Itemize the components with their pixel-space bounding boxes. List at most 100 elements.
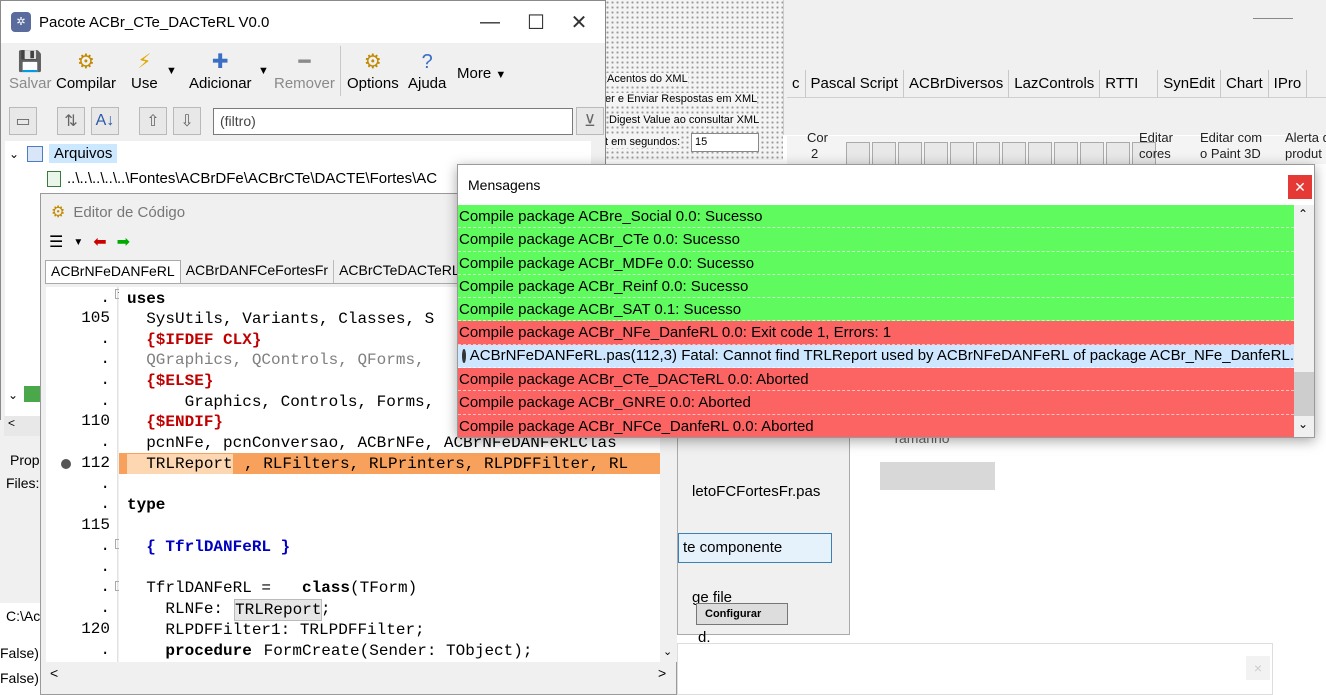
options-button[interactable]: ⚙ Options — [347, 49, 399, 92]
dropdown-arrow-icon[interactable]: ▼ — [73, 237, 83, 248]
arrow-up-icon[interactable]: ⇧ — [139, 107, 167, 135]
collapse-icon[interactable]: ⌄ — [8, 388, 18, 402]
option-acentos[interactable]: Acentos do XML — [607, 73, 688, 85]
message-item[interactable]: Compile package ACBr_NFe_DanfeRL 0.0: Ex… — [458, 321, 1294, 345]
code-token: procedure — [127, 642, 252, 660]
layout-icon[interactable]: ▭ — [9, 107, 37, 135]
code-token: RLNFe: — [127, 600, 233, 618]
configurar-button[interactable]: Configurar — [696, 603, 788, 625]
palette-tab-lazcontrols[interactable]: LazControls — [1009, 69, 1101, 98]
sort-az-icon[interactable]: A↓ — [91, 107, 119, 135]
line-number: . — [100, 537, 110, 555]
palette-icon[interactable] — [872, 142, 896, 166]
tab-acbrctedacterl[interactable]: ACBrCTeDACTeRL — [334, 260, 466, 283]
tree-item-arquivos[interactable]: Arquivos — [49, 144, 118, 163]
close-button[interactable]: ✕ — [556, 1, 602, 43]
message-item[interactable]: Compile package ACBr_CTe_DACTeRL 0.0: Ab… — [458, 368, 1294, 392]
messages-title: Mensagens — [458, 165, 1314, 203]
option-digest-value[interactable]: Digest Value ao consultar XML — [609, 114, 760, 126]
use-button[interactable]: ⚡ Use — [131, 49, 158, 92]
code-line: type — [127, 496, 166, 514]
palette-tab-pascal-script[interactable]: Pascal Script — [806, 69, 905, 98]
scroll-left-icon[interactable]: < — [50, 665, 58, 681]
compilar-button[interactable]: ⚙ Compilar — [56, 49, 116, 92]
form-designer-grid: Acentos do XML er e Enviar Respostas em … — [605, 0, 783, 160]
maximize-button[interactable]: ☐ — [513, 1, 559, 43]
palette-icon[interactable] — [1106, 142, 1130, 166]
palette-tab-chart[interactable]: Chart — [1221, 69, 1269, 98]
palette-icon[interactable] — [1028, 142, 1052, 166]
close-icon[interactable]: ✕ — [1288, 175, 1312, 199]
bookmark-icon[interactable]: ☰ — [49, 232, 63, 252]
tree-item-file[interactable]: ..\..\..\..\..\Fontes\ACBrDFe\ACBrCTe\DA… — [67, 170, 437, 187]
message-item-fatal[interactable]: ACBrNFeDANFeRL.pas(112,3) Fatal: Cannot … — [458, 344, 1294, 369]
message-item[interactable]: Compile package ACBr_CTe 0.0: Sucesso — [458, 228, 1294, 252]
option-respostas-xml[interactable]: er e Enviar Respostas em XML — [605, 93, 758, 105]
line-number-gutter: . 105 . . . . 110 . 112 . . 115 . . . . … — [46, 287, 125, 662]
grid-label-cor: Cor — [807, 130, 828, 145]
palette-icon[interactable] — [1054, 142, 1078, 166]
palette-tab-acbrdiversos[interactable]: ACBrDiversos — [904, 69, 1010, 98]
message-item[interactable]: Compile package ACBr_Reinf 0.0: Sucesso — [458, 274, 1294, 299]
palette-icon[interactable] — [976, 142, 1000, 166]
editor-horizontal-scrollbar[interactable]: < > — [46, 664, 676, 684]
palette-icon[interactable] — [1002, 142, 1026, 166]
salvar-button[interactable]: 💾 Salvar — [9, 49, 52, 92]
line-number: . — [100, 289, 110, 307]
filter-input[interactable]: (filtro) — [213, 108, 573, 135]
message-item[interactable]: Compile package ACBr_GNRE 0.0: Aborted — [458, 391, 1294, 415]
forward-arrow-icon[interactable]: ➡ — [117, 232, 130, 252]
messages-window: Mensagens ✕ Compile package ACBre_Social… — [457, 164, 1315, 438]
palette-icon[interactable] — [846, 142, 870, 166]
palette-tab-ipro[interactable]: IPro — [1269, 69, 1308, 98]
grid-label-editar-com: Editar com — [1200, 130, 1263, 145]
ajuda-button[interactable]: ? Ajuda — [408, 49, 446, 92]
code-line: { TfrlDANFeRL } — [127, 538, 291, 556]
timeout-input[interactable]: 15 — [691, 133, 759, 152]
message-item[interactable]: Compile package ACBre_Social 0.0: Sucess… — [458, 205, 1294, 229]
use-dropdown-arrow-icon[interactable]: ▼ — [166, 65, 177, 77]
more-button[interactable]: More ▼ — [457, 65, 506, 82]
scroll-up-icon[interactable]: ⌃ — [1298, 207, 1308, 221]
collapse-icon[interactable]: ⌄ — [9, 147, 19, 161]
palette-icon[interactable] — [898, 142, 922, 166]
code-line: SysUtils, Variants, Classes, S — [127, 310, 435, 328]
scroll-thumb[interactable] — [1294, 372, 1314, 416]
adicionar-button[interactable]: ✚ Adicionar — [189, 49, 252, 92]
message-item[interactable]: Compile package ACBr_NFCe_DanfeRL 0.0: A… — [458, 414, 1294, 437]
palette-icon[interactable] — [1080, 142, 1104, 166]
minimize-button[interactable]: — — [467, 1, 513, 43]
scroll-down-icon[interactable]: ⌄ — [663, 645, 672, 658]
scroll-right-icon[interactable]: > — [658, 665, 666, 681]
messages-scrollbar[interactable]: ⌃ ⌄ — [1294, 205, 1314, 437]
adicionar-dropdown-arrow-icon[interactable]: ▼ — [258, 65, 269, 77]
scroll-down-icon[interactable]: ⌄ — [1298, 417, 1308, 431]
message-item[interactable]: Compile package ACBr_SAT 0.1: Sucesso — [458, 298, 1294, 322]
tree-icon[interactable]: ⇅ — [57, 107, 85, 135]
message-item[interactable]: Compile package ACBr_MDFe 0.0: Sucesso — [458, 251, 1294, 275]
tab-acbrdanfcefortesfr[interactable]: ACBrDANFCeFortesFr — [181, 260, 335, 283]
minimize-icon[interactable] — [1253, 18, 1293, 19]
use-label: Use — [131, 75, 158, 92]
code-token: (TForm) — [350, 579, 418, 597]
palette-tab-rtti[interactable]: RTTI — [1100, 69, 1159, 98]
code-token: TRLReport — [127, 454, 233, 474]
scroll-left-icon[interactable]: < — [4, 416, 40, 436]
back-arrow-icon[interactable]: ⬅ — [93, 232, 106, 252]
palette-tab-synedit[interactable]: SynEdit — [1158, 69, 1221, 98]
palette-icon[interactable] — [924, 142, 948, 166]
error-marker-icon — [61, 459, 71, 469]
add-component-button[interactable]: te componente — [678, 533, 832, 563]
line-number: . — [100, 433, 110, 451]
code-line: QGraphics, QControls, QForms, — [127, 351, 435, 369]
close-icon[interactable]: × — [1246, 656, 1270, 680]
palette-tab-c[interactable]: c — [787, 69, 806, 98]
line-number: . — [100, 392, 110, 410]
clear-filter-icon[interactable]: ⊻ — [576, 107, 604, 135]
timeout-label: t em segundos: — [605, 136, 681, 148]
palette-icon[interactable] — [950, 142, 974, 166]
remover-button[interactable]: ━ Remover — [274, 49, 335, 92]
prop-fragment: Prop — [10, 452, 40, 468]
tab-acbrnfedanferl[interactable]: ACBrNFeDANFeRL — [45, 260, 181, 283]
arrow-down-icon[interactable]: ⇩ — [173, 107, 201, 135]
